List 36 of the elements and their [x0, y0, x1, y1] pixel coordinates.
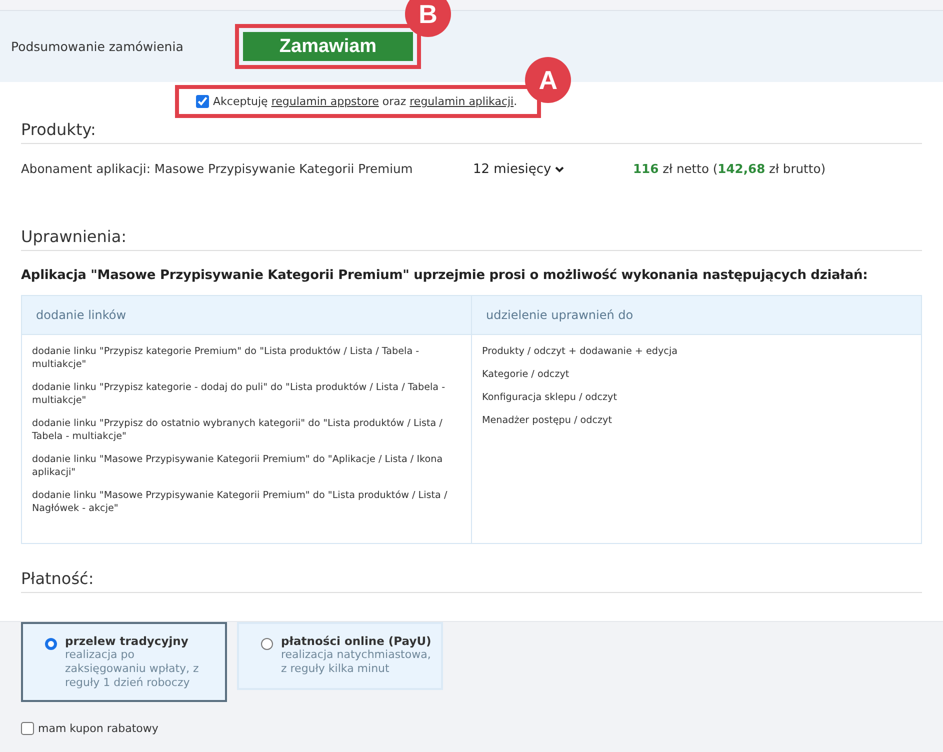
terms-link[interactable]: regulamin aplikacji — [410, 95, 514, 108]
permission-item: Menadżer postępu / odczyt — [482, 414, 613, 427]
payment-title: przelew tradycyjny — [65, 634, 190, 648]
permission-item: dodanie linku "Przypisz kategorie - dodaj do puli" do "Lista produktów / Lista / Tabela - multiakcje" — [32, 381, 446, 407]
coupon-checkbox[interactable] — [21, 722, 34, 735]
price-text: 116 zł netto (142,68 zł brutto) — [633, 162, 826, 176]
page-title: Podsumowanie zamówienia — [11, 39, 184, 54]
permission-item: Produkty / odczyt + dodawanie + edycja — [482, 345, 678, 358]
permission-item: dodanie linku "Przypisz do ostatnio wybranych kategorii" do "Lista produktów / Lista / Tabela - multiakcje" — [32, 417, 444, 443]
callout-badge: B — [405, 0, 451, 37]
order-button[interactable]: Zamawiam — [243, 32, 413, 61]
permission-item: dodanie linku "Masowe Przypisywanie Kategorii Premium" do "Lista produktów / Lista / Nagłówek - akcje" — [32, 489, 448, 515]
section-heading: Produkty: — [21, 120, 922, 144]
coupon-label: mam kupon rabatowy — [38, 722, 158, 735]
column-header: dodanie linków — [22, 296, 472, 335]
column-header: udzielenie uprawnień do — [472, 296, 921, 335]
payment-title: płatności online (PayU) — [281, 634, 432, 648]
permission-item: Kategorie / odczyt — [482, 368, 570, 381]
payment-option[interactable]: płatności online (PayU) realizacja natychmiastowa, z reguły kilka minut — [237, 622, 443, 690]
permissions-intro: Aplikacja "Masowe Przypisywanie Kategorii Premium" uprzejmie prosi o możliwość wykonania następujących działań: — [21, 268, 869, 283]
terms-text: Akceptuję regulamin appstore oraz regulamin aplikacji. — [213, 95, 518, 108]
product-name: Abonament aplikacji: Masowe Przypisywanie Kategorii Premium — [21, 162, 414, 176]
permission-item: dodanie linku "Masowe Przypisywanie Kategorii Premium" do "Aplikacje / Lista / Ikona aplikacji" — [32, 453, 444, 479]
period-dropdown[interactable]: 12 miesięcy — [473, 162, 633, 176]
section-heading: Płatność: — [21, 569, 922, 593]
radio-button[interactable] — [261, 638, 273, 650]
terms-checkbox[interactable] — [196, 95, 209, 108]
payment-description: realizacja po zaksięgowaniu wpłaty, z reguły 1 dzień roboczy — [65, 648, 200, 690]
chevron-down-icon — [555, 166, 564, 172]
terms-link[interactable]: regulamin appstore — [271, 95, 379, 108]
payment-description: realizacja natychmiastowa, z reguły kilka minut — [281, 648, 432, 676]
permission-item: Konfiguracja sklepu / odczyt — [482, 391, 618, 404]
section-heading: Uprawnienia: — [21, 227, 922, 251]
permission-item: dodanie linku "Przypisz kategorie Premium" do "Lista produktów / Lista / Tabela - multiakcje" — [32, 345, 420, 371]
radio-button[interactable] — [45, 638, 57, 650]
payment-option[interactable]: przelew tradycyjny realizacja po zaksięgowaniu wpłaty, z reguły 1 dzień roboczy — [21, 622, 227, 702]
